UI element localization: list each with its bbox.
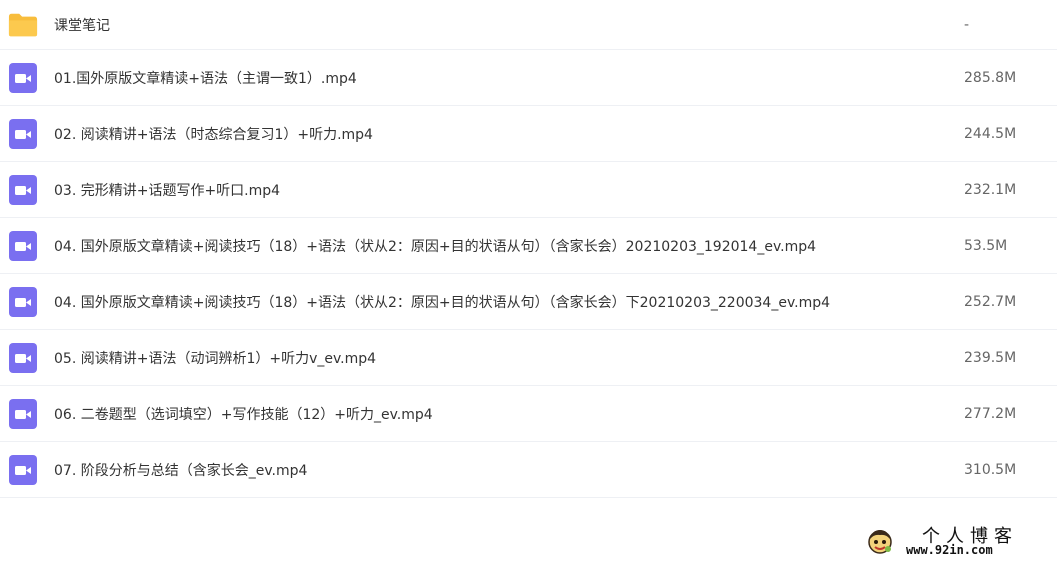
file-name: 05. 阅读精讲+语法（动词辨析1）+听力v_ev.mp4	[54, 350, 377, 367]
file-row-video[interactable]: 06. 二卷题型（选词填空）+写作技能（12）+听力_ev.mp4 277.2M	[0, 386, 1057, 442]
file-row-video[interactable]: 05. 阅读精讲+语法（动词辨析1）+听力v_ev.mp4 239.5M	[0, 330, 1057, 386]
file-size: 252.7M	[964, 293, 1017, 310]
file-list: 课堂笔记 - 01.国外原版文章精读+语法（主谓一致1）.mp4 285.8M …	[0, 0, 1057, 498]
file-name: 04. 国外原版文章精读+阅读技巧（18）+语法（状从2：原因+目的状语从句）（…	[54, 238, 817, 255]
file-name: 01.国外原版文章精读+语法（主谓一致1）.mp4	[54, 70, 357, 87]
file-row-video[interactable]: 07. 阶段分析与总结（含家长会_ev.mp4 310.5M	[0, 442, 1057, 498]
file-name: 03. 完形精讲+话题写作+听口.mp4	[54, 182, 281, 199]
video-file-icon	[8, 342, 38, 373]
file-name: 02. 阅读精讲+语法（时态综合复习1）+听力.mp4	[54, 126, 373, 143]
file-name: 07. 阶段分析与总结（含家长会_ev.mp4	[54, 462, 308, 479]
video-file-icon	[8, 230, 38, 261]
file-name: 06. 二卷题型（选词填空）+写作技能（12）+听力_ev.mp4	[54, 406, 433, 423]
file-size: 232.1M	[964, 181, 1017, 198]
watermark: 个人博客 www.92in.com	[862, 522, 1042, 560]
video-file-icon	[8, 118, 38, 149]
file-size: 239.5M	[964, 349, 1017, 366]
file-row-video[interactable]: 03. 完形精讲+话题写作+听口.mp4 232.1M	[0, 162, 1057, 218]
file-row-video[interactable]: 04. 国外原版文章精读+阅读技巧（18）+语法（状从2：原因+目的状语从句）（…	[0, 274, 1057, 330]
watermark-url: www.92in.com	[906, 543, 993, 557]
file-size: 244.5M	[964, 125, 1017, 142]
file-size: 310.5M	[964, 461, 1017, 478]
video-file-icon	[8, 62, 38, 93]
file-row-video[interactable]: 02. 阅读精讲+语法（时态综合复习1）+听力.mp4 244.5M	[0, 106, 1057, 162]
file-size: -	[964, 16, 970, 33]
file-size: 277.2M	[964, 405, 1017, 422]
file-row-folder[interactable]: 课堂笔记 -	[0, 0, 1057, 50]
avatar-icon	[866, 527, 894, 555]
video-file-icon	[8, 174, 38, 205]
file-row-video[interactable]: 01.国外原版文章精读+语法（主谓一致1）.mp4 285.8M	[0, 50, 1057, 106]
file-name: 04. 国外原版文章精读+阅读技巧（18）+语法（状从2：原因+目的状语从句）（…	[54, 294, 831, 311]
file-size: 285.8M	[964, 69, 1017, 86]
file-name: 课堂笔记	[54, 17, 110, 34]
video-file-icon	[8, 286, 38, 317]
folder-icon	[8, 10, 38, 40]
video-file-icon	[8, 398, 38, 429]
video-file-icon	[8, 454, 38, 485]
file-row-video[interactable]: 04. 国外原版文章精读+阅读技巧（18）+语法（状从2：原因+目的状语从句）（…	[0, 218, 1057, 274]
file-size: 53.5M	[964, 237, 1008, 254]
